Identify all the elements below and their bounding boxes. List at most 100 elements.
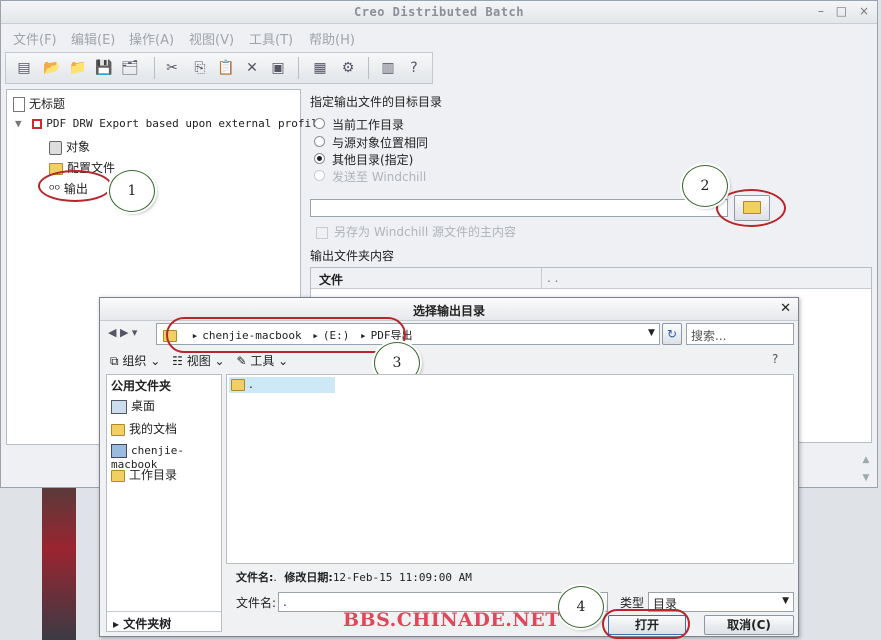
callout-2: 2: [682, 165, 728, 207]
places-panel: 公用文件夹 桌面 我的文档 chenjie-macbook 工作目录 ▸ 文件夹…: [106, 374, 222, 632]
copy-icon[interactable]: ⎘: [190, 58, 210, 78]
status-bar: 文件名:. 修改日期:12-Feb-15 11:09:00 AM: [236, 569, 472, 585]
back-forward-icons[interactable]: ◀ ▶ ▾: [108, 326, 137, 339]
close-button[interactable]: ×: [859, 4, 869, 18]
list-icon[interactable]: ▤: [14, 58, 34, 78]
scroll-arrows[interactable]: ▲ ▼: [859, 451, 873, 487]
filename-label: 文件名:: [236, 596, 277, 610]
tools-icon: ✎: [236, 354, 247, 368]
dialog-close-icon[interactable]: ✕: [780, 301, 791, 316]
menu-help[interactable]: 帮助(H): [309, 29, 355, 48]
place-documents[interactable]: 我的文档: [111, 420, 177, 437]
toolbar: ▤ 📂 📁 💾 🗂 ✂ ⎘ 📋 ✕ ▣ ▦ ⚙ ▥ ?: [5, 52, 433, 84]
radio-windchill-label: 发送至 Windchill: [332, 170, 427, 184]
callout-4: 4: [558, 586, 604, 628]
output-dir-input[interactable]: [310, 199, 728, 217]
paste-icon[interactable]: 📋: [216, 58, 236, 78]
tree-profile-node[interactable]: ▼ PDF DRW Export based upon external pro…: [15, 117, 324, 130]
checkbox-box[interactable]: [316, 226, 328, 239]
document-icon: [13, 97, 25, 112]
menu-actions[interactable]: 操作(A): [129, 29, 174, 48]
table-header: 文件 . .: [311, 268, 871, 289]
views-icon: ☷: [172, 354, 183, 368]
status-date-value: 12-Feb-15 11:09:00 AM: [332, 571, 472, 584]
highlight-ellipse-2: [716, 189, 786, 227]
file-list: .: [226, 374, 794, 564]
tree-item-objects[interactable]: 对象: [49, 138, 90, 155]
watermark: BBS.CHINADE.NET: [343, 609, 560, 631]
computer-icon: [111, 444, 127, 458]
highlight-ellipse-3: [166, 317, 406, 353]
radio-current-dir[interactable]: [314, 118, 325, 129]
chevron-down-icon: ▼: [782, 596, 789, 606]
place-documents-label: 我的文档: [129, 422, 178, 436]
status-date-label: 修改日期:: [284, 571, 333, 584]
views-menu[interactable]: ☷ 视图 ⌄: [172, 354, 224, 368]
organize-icon: ⧉: [110, 354, 119, 368]
tools-menu[interactable]: ✎ 工具 ⌄: [236, 354, 288, 368]
documents-icon: [111, 423, 125, 436]
highlight-ellipse-4: [602, 609, 690, 639]
cut-icon[interactable]: ✂: [162, 58, 182, 78]
desktop-icon: [111, 399, 127, 414]
address-dropdown-icon[interactable]: ▼: [648, 328, 655, 338]
folder-contents-label: 输出文件夹内容: [310, 249, 395, 263]
folder-tree-toggle[interactable]: ▸ 文件夹树: [107, 611, 221, 631]
menu-edit[interactable]: 编辑(E): [71, 29, 115, 48]
radio-same-as-source-label: 与源对象位置相同: [332, 136, 429, 150]
highlight-ellipse-1: [38, 170, 112, 202]
help-icon[interactable]: ?: [404, 58, 424, 78]
menu-tools[interactable]: 工具(T): [249, 29, 293, 48]
column-file[interactable]: 文件: [319, 271, 343, 288]
select-output-dir-dialog: 选择输出目录 ✕ ◀ ▶ ▾ ▸ chenjie-macbook ▸ (E:) ▸ P…: [99, 297, 799, 639]
database-icon: [49, 140, 62, 155]
window-title: Creo Distributed Batch: [354, 5, 524, 19]
tree-root[interactable]: 无标题: [13, 95, 65, 112]
place-desktop-label: 桌面: [131, 399, 156, 413]
maximize-button[interactable]: □: [836, 4, 847, 18]
working-dir-icon: [111, 469, 125, 482]
radio-other-dir-label: 其他目录(指定): [332, 153, 414, 167]
views-label: 视图: [186, 354, 211, 368]
tools-label: 工具: [250, 354, 275, 368]
properties-icon[interactable]: ▣: [268, 58, 288, 78]
delete-icon[interactable]: ✕: [242, 58, 262, 78]
place-working-dir-label: 工作目录: [129, 468, 178, 482]
help-icon[interactable]: ?: [772, 352, 778, 366]
folder-icon[interactable]: 📁: [68, 58, 88, 78]
file-item[interactable]: .: [229, 377, 335, 393]
column-more[interactable]: . .: [547, 271, 558, 285]
places-header: 公用文件夹: [111, 379, 172, 393]
save-icon[interactable]: 💾: [94, 58, 114, 78]
place-working-dir[interactable]: 工作目录: [111, 466, 177, 483]
windchill-checkbox[interactable]: 另存为 Windchill 源文件的主内容: [316, 223, 516, 240]
radio-same-as-source[interactable]: [314, 136, 325, 147]
menu-bar: 文件(F) 编辑(E) 操作(A) 视图(V) 工具(T) 帮助(H): [1, 25, 877, 49]
open-icon[interactable]: 📂: [42, 58, 62, 78]
tree-profile-label: PDF DRW Export based upon external profi…: [46, 117, 325, 130]
save-all-icon[interactable]: 🗂: [120, 58, 140, 78]
collapse-arrow-icon[interactable]: ▼: [15, 117, 22, 130]
radio-windchill[interactable]: [314, 170, 325, 181]
cancel-button[interactable]: 取消(C): [704, 615, 794, 635]
organize-label: 组织: [122, 354, 147, 368]
search-input[interactable]: 搜索...: [686, 323, 794, 345]
organize-menu[interactable]: ⧉ 组织 ⌄: [110, 354, 160, 368]
dialog-toolbar: ⧉ 组织 ⌄ ☷ 视图 ⌄ ✎ 工具 ⌄: [110, 352, 288, 369]
folder-icon: [231, 378, 245, 391]
pdf-profile-icon: [32, 119, 43, 129]
settings-icon[interactable]: ⚙: [338, 58, 358, 78]
notes-icon[interactable]: ▥: [378, 58, 398, 78]
menu-view[interactable]: 视图(V): [189, 29, 234, 48]
refresh-icon[interactable]: ↻: [662, 323, 682, 345]
folder-tree-label: 文件夹树: [123, 617, 172, 631]
minimize-button[interactable]: –: [818, 4, 824, 18]
title-bar: Creo Distributed Batch – □ ×: [1, 1, 877, 24]
radio-other-dir[interactable]: [314, 153, 325, 164]
document-icon[interactable]: ▦: [310, 58, 330, 78]
radio-current-dir-label: 当前工作目录: [332, 118, 405, 132]
status-name-label: 文件名:: [236, 571, 274, 584]
status-name-value: .: [273, 571, 277, 584]
menu-file[interactable]: 文件(F): [13, 29, 57, 48]
place-desktop[interactable]: 桌面: [111, 397, 155, 414]
